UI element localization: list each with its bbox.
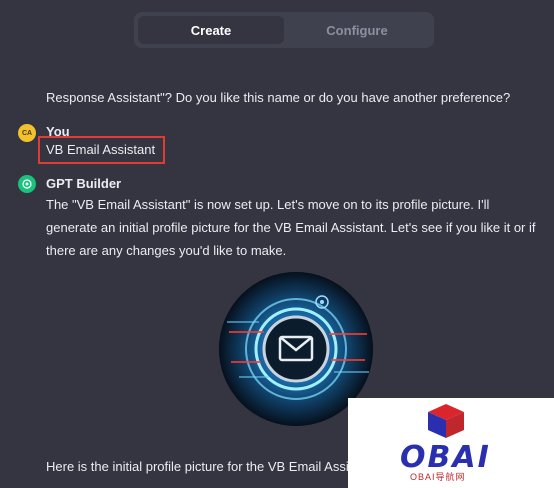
user-message: VB Email Assistant	[46, 142, 156, 157]
followup-message: Here is the initial profile picture for …	[46, 459, 366, 474]
watermark-tagline: OBAI导航网	[410, 472, 466, 482]
watermark-logo: OBAI OBAI导航网	[348, 398, 554, 488]
mode-tabs: Create Configure	[134, 12, 434, 48]
gpt-builder-name: GPT Builder	[46, 176, 122, 191]
tab-configure[interactable]: Configure	[284, 16, 430, 44]
gpt-builder-icon	[18, 175, 36, 193]
user-avatar: CA	[18, 124, 36, 142]
gpt-builder-message: The "VB Email Assistant" is now set up. …	[46, 197, 536, 258]
previous-message-text: Response Assistant"? Do you like this na…	[46, 90, 511, 105]
tab-create[interactable]: Create	[138, 16, 284, 44]
